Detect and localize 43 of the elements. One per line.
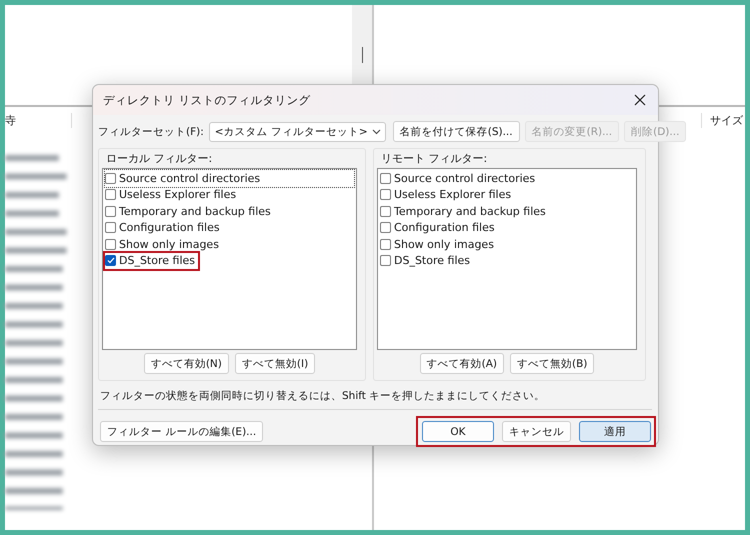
group-title: リモート フィルター: xyxy=(380,151,488,166)
dialog-button[interactable]: OK xyxy=(422,421,494,442)
filter-label[interactable]: Useless Explorer files xyxy=(119,188,236,202)
checkbox[interactable] xyxy=(380,189,391,200)
filter-label[interactable]: Show only images xyxy=(119,238,219,251)
filter-label[interactable]: Temporary and backup files xyxy=(119,204,271,218)
filter-label[interactable]: Source control directories xyxy=(119,172,260,185)
filter-label[interactable]: Show only images xyxy=(394,238,494,251)
filter-label[interactable]: Configuration files xyxy=(119,221,220,234)
dialog-button[interactable]: キャンセル xyxy=(502,421,571,442)
filter-set-label: フィルターセット(F): xyxy=(98,124,204,138)
checkbox[interactable] xyxy=(380,238,391,250)
column-header[interactable]: 寺 xyxy=(5,112,72,128)
dialog-title: ディレクトリ リストのフィルタリング xyxy=(103,92,311,108)
close-button[interactable] xyxy=(632,92,648,108)
checkbox[interactable] xyxy=(105,238,116,250)
checkbox[interactable] xyxy=(380,222,391,234)
filter-label[interactable]: DS_Store files xyxy=(394,254,470,268)
dialog-button[interactable]: 名前を付けて保存(S)... xyxy=(392,121,520,142)
checkbox[interactable] xyxy=(380,172,391,184)
filter-set-dropdown[interactable]: <カスタム フィルターセット> xyxy=(208,122,386,142)
hint-text: フィルターの状態を両側同時に切り替えるには、Shift キーを押したままにしてください。 xyxy=(100,389,546,403)
checkbox[interactable] xyxy=(105,206,116,217)
checkbox[interactable] xyxy=(380,206,391,217)
filter-label[interactable]: Source control directories xyxy=(394,172,536,185)
dialog-button[interactable]: すべて無効(B) xyxy=(510,353,594,374)
chevron-down-icon xyxy=(372,128,381,134)
dialog-button[interactable]: すべて有効(A) xyxy=(420,353,504,374)
filter-label[interactable]: Temporary and backup files xyxy=(394,204,546,218)
checkbox[interactable] xyxy=(105,189,116,200)
checkbox[interactable] xyxy=(105,172,116,184)
edit-rules-button[interactable]: フィルター ルールの編集(E)... xyxy=(100,421,264,442)
group-title: ローカル フィルター: xyxy=(105,151,214,166)
checkbox[interactable] xyxy=(380,255,391,266)
column-header[interactable]: サイズ xyxy=(701,112,745,128)
dialog-button[interactable]: すべて有効(N) xyxy=(144,353,229,374)
filter-label[interactable]: Configuration files xyxy=(394,221,495,234)
filter-label[interactable]: DS_Store files xyxy=(119,254,196,268)
dialog-button[interactable]: 適用 xyxy=(579,421,651,442)
dialog-button[interactable]: すべて無効(I) xyxy=(234,353,316,374)
filter-label[interactable]: Useless Explorer files xyxy=(394,188,512,202)
checkbox[interactable] xyxy=(105,255,116,266)
checkbox[interactable] xyxy=(105,222,116,234)
